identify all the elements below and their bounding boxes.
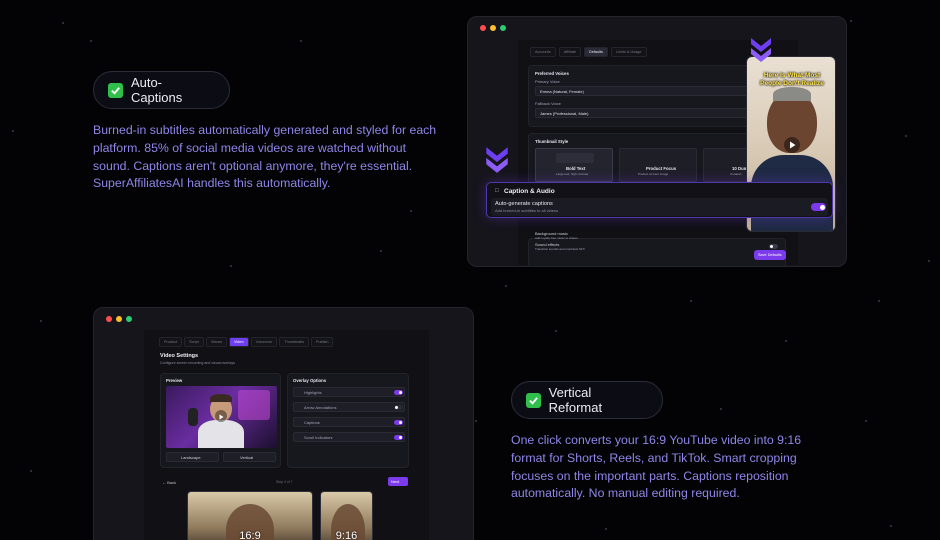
video-preview[interactable] <box>166 386 277 448</box>
play-icon[interactable] <box>215 410 227 422</box>
auto-generate-sub: Add burned-in subtitles to all videos <box>495 208 559 213</box>
chat-icon: □ <box>495 188 499 194</box>
fallback-voice-label: Fallback Voice <box>535 101 561 106</box>
thumbnail-style-title: Thumbnail Style <box>535 139 569 144</box>
maximize-dot[interactable] <box>126 316 132 322</box>
overlay-options-card: Overlay Options Highlights Arrow Annotat… <box>287 373 409 468</box>
page-title: Video Settings <box>160 353 199 359</box>
minimize-dot[interactable] <box>116 316 122 322</box>
auto-generate-toggle[interactable] <box>811 203 826 211</box>
tab-video[interactable]: Video <box>229 337 249 347</box>
caption-audio-title: Caption & Audio <box>504 188 555 195</box>
settings-tabs: Accounts Affiliate Defaults Limits & Usa… <box>530 47 647 57</box>
tab-limits-usage[interactable]: Limits & Usage <box>610 47 647 57</box>
tab-voiceover[interactable]: Voiceover <box>250 337 278 347</box>
auto-generate-row: Auto-generate captions Add burned-in sub… <box>491 198 828 216</box>
window-controls <box>480 25 506 31</box>
video-editor-panel: Product Script Voices Video Voiceover Th… <box>144 330 429 540</box>
microphone <box>188 408 198 426</box>
overlay-title: Overlay Options <box>293 378 327 383</box>
preview-label: Preview <box>166 378 183 383</box>
primary-voice-label: Primary Voice <box>535 79 560 84</box>
feature-title: Vertical Reformat <box>548 385 603 415</box>
check-icon <box>108 82 123 98</box>
ratio-landscape-label: 16:9 <box>239 530 261 540</box>
window-controls <box>106 316 132 322</box>
play-icon[interactable] <box>784 137 800 153</box>
landscape-preview: 16:9 <box>187 491 313 540</box>
ratio-vertical-label: 9:16 <box>335 530 358 540</box>
primary-voice-select[interactable]: Emma (Natural, Female) <box>535 86 781 96</box>
thumbnail-option-bold[interactable]: Bold Text Large text, high contrast <box>535 148 613 182</box>
check-icon <box>526 392 541 408</box>
feature-title: Auto-Captions <box>130 75 183 105</box>
feature-description: One click converts your 16:9 YouTube vid… <box>511 433 802 501</box>
presenter-hoodie <box>198 420 244 448</box>
overlay-option-highlights[interactable]: Highlights <box>293 387 405 397</box>
chevron-down-icon <box>486 147 508 173</box>
auto-generate-label: Auto-generate captions <box>495 201 553 207</box>
tab-affiliate[interactable]: Affiliate <box>558 47 582 57</box>
vertical-preview: 9:16 <box>320 491 373 540</box>
page-subtitle: Configure screen recording and visual ov… <box>160 361 235 365</box>
minimize-dot[interactable] <box>490 25 496 31</box>
next-button[interactable]: Next <box>388 477 408 486</box>
maximize-dot[interactable] <box>500 25 506 31</box>
save-defaults-button[interactable]: Save Defaults <box>754 250 786 260</box>
caption-audio-popup: □ Caption & Audio Auto-generate captions… <box>486 182 833 218</box>
close-dot[interactable] <box>480 25 486 31</box>
overlay-option-scroll[interactable]: Scroll Indicators <box>293 432 405 442</box>
preview-card: Preview Landscape Vertical <box>160 373 281 468</box>
tab-product[interactable]: Product <box>159 337 183 347</box>
vertical-button[interactable]: Vertical <box>223 452 276 462</box>
tab-voices[interactable]: Voices <box>205 337 227 347</box>
reformat-app-window: Product Script Voices Video Voiceover Th… <box>93 307 474 540</box>
background-music-sub: Add royalty-free music to videos <box>535 236 578 240</box>
person-hair <box>773 87 811 101</box>
fallback-voice-select[interactable]: James (Professional, Male) <box>535 108 781 118</box>
tab-thumbnails[interactable]: Thumbnails <box>279 337 309 347</box>
audio-card: Background music Add royalty-free music … <box>528 231 786 266</box>
chevron-down-icon <box>751 38 771 62</box>
preferred-voices-title: Preferred Voices <box>535 71 569 76</box>
phone-caption: Here Is What Most People Don't Realize <box>760 72 824 87</box>
tab-script[interactable]: Script <box>184 337 204 347</box>
close-dot[interactable] <box>106 316 112 322</box>
sound-effects-toggle[interactable] <box>769 244 778 249</box>
vertical-reformat-badge: Vertical Reformat <box>511 381 663 419</box>
auto-captions-badge: Auto-Captions <box>93 71 230 109</box>
sound-effects-sub: Transition sounds and emphasis SFX <box>535 247 585 251</box>
workflow-tabs: Product Script Voices Video Voiceover Th… <box>159 337 334 347</box>
thumbnail-option-product[interactable]: Product Focus Product as hero image <box>619 148 697 182</box>
landscape-button[interactable]: Landscape <box>166 452 219 462</box>
back-button[interactable]: ← Back <box>162 480 176 485</box>
step-indicator: Step 4 of 7 <box>276 480 293 484</box>
feature-description: Burned-in subtitles automatically genera… <box>93 123 437 191</box>
overlay-option-arrows[interactable]: Arrow Annotations <box>293 402 405 412</box>
tab-defaults[interactable]: Defaults <box>584 47 608 57</box>
tab-accounts[interactable]: Accounts <box>530 47 556 57</box>
overlay-option-captions[interactable]: Captions <box>293 417 405 427</box>
tab-publish[interactable]: Publish <box>310 337 334 347</box>
